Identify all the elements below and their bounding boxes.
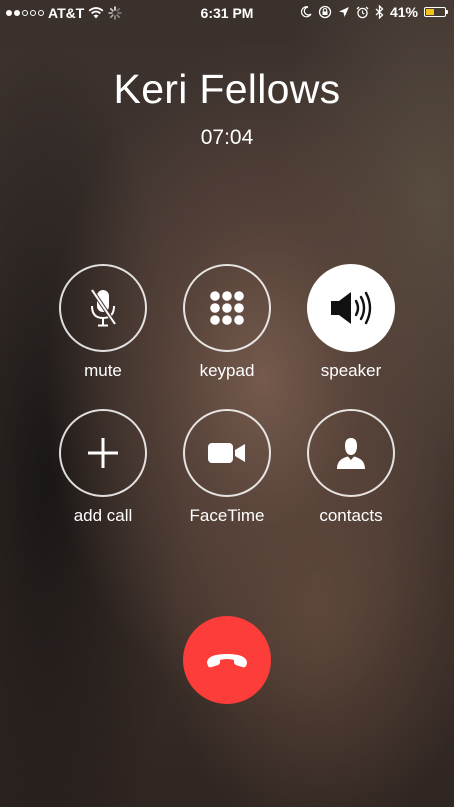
keypad-label: keypad	[199, 361, 255, 380]
alarm-icon	[356, 6, 369, 18]
facetime-control[interactable]: FaceTime	[167, 409, 287, 526]
mute-label: mute	[84, 361, 122, 380]
contacts-control[interactable]: contacts	[291, 409, 411, 526]
facetime-button[interactable]	[183, 409, 271, 497]
add-call-button[interactable]	[59, 409, 147, 497]
end-call-icon	[207, 654, 247, 668]
add-call-label: add call	[73, 506, 133, 525]
speaker-label: speaker	[320, 361, 382, 380]
speaker-control[interactable]: speaker	[291, 264, 411, 381]
bluetooth-icon	[375, 5, 384, 19]
plus-icon	[88, 438, 118, 468]
battery-percent: 41%	[389, 4, 418, 20]
call-duration: 07:04	[200, 126, 254, 149]
battery-fill	[426, 9, 435, 15]
speaker-icon	[331, 291, 372, 325]
facetime-label: FaceTime	[189, 506, 265, 525]
speaker-button[interactable]	[307, 264, 395, 352]
rotation-lock-icon	[318, 5, 332, 19]
end-call-button[interactable]	[183, 616, 271, 704]
contact-person-icon	[337, 438, 365, 469]
location-icon	[338, 7, 349, 17]
mute-button[interactable]	[59, 264, 147, 352]
keypad-dots-icon	[210, 291, 244, 325]
caller-name: Keri Fellows	[113, 66, 341, 112]
battery-icon	[424, 7, 448, 17]
mute-microphone-icon	[90, 288, 117, 327]
video-camera-icon	[208, 443, 245, 463]
contacts-button[interactable]	[307, 409, 395, 497]
keypad-control[interactable]: keypad	[167, 264, 287, 381]
add-call-control[interactable]: add call	[43, 409, 163, 526]
mute-control[interactable]: mute	[43, 264, 163, 381]
contacts-label: contacts	[319, 506, 383, 525]
moon-icon	[300, 6, 312, 18]
status-bar: AT&T 6:31 PM 41%	[0, 0, 454, 26]
status-right: 41%	[300, 4, 448, 20]
keypad-button[interactable]	[183, 264, 271, 352]
